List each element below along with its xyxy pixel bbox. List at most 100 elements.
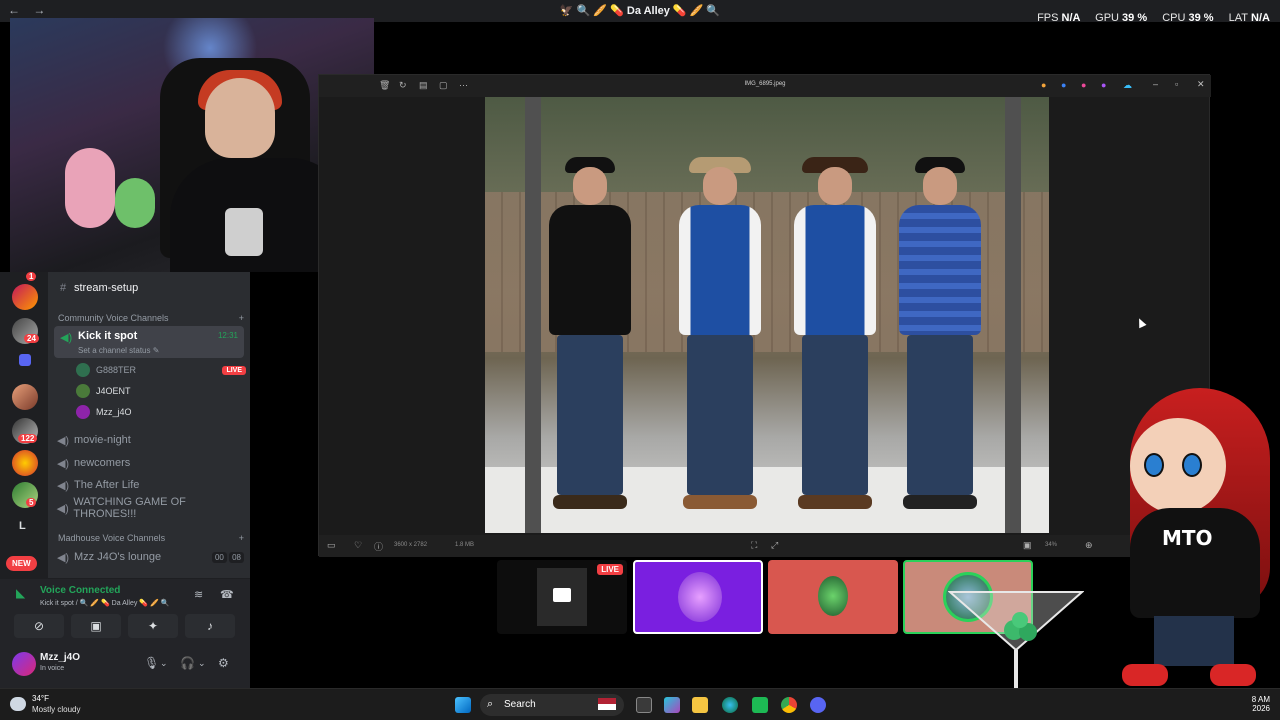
search-icon: ⌕: [487, 698, 494, 710]
speaker-icon: ◀): [56, 479, 70, 492]
vest: [679, 205, 761, 335]
voice-user[interactable]: Mzz_j4O: [76, 403, 246, 421]
avatar: [76, 363, 90, 377]
user-count: 00 08: [211, 551, 244, 563]
system-tray[interactable]: 8 AM 2026: [1252, 695, 1270, 713]
streamer-face: [205, 78, 275, 158]
stream-tile[interactable]: [768, 560, 898, 634]
avatar[interactable]: [12, 652, 36, 676]
maximize-icon[interactable]: ▫: [1175, 79, 1178, 89]
live-badge: LIVE: [222, 365, 246, 375]
server-icon[interactable]: [12, 450, 38, 476]
chevron-down-icon[interactable]: ⌄: [198, 658, 206, 669]
stream-tile[interactable]: [633, 560, 763, 634]
folder-icon[interactable]: [19, 354, 31, 366]
add-channel-icon[interactable]: +: [239, 313, 244, 323]
shirt: [549, 205, 631, 335]
avatar: [818, 576, 848, 616]
channel-watching-got[interactable]: ◀) WATCHING GAME OF THRONES!!!: [56, 496, 244, 520]
server-icon[interactable]: [12, 384, 38, 410]
channel-newcomers[interactable]: ◀) newcomers: [56, 453, 244, 473]
signal-icon[interactable]: ◣: [16, 586, 25, 600]
server-icon[interactable]: [12, 284, 38, 310]
head: [818, 167, 852, 205]
fullscreen-icon[interactable]: ⤢: [771, 540, 778, 551]
server-badge: 24: [24, 334, 39, 343]
jeans: [687, 335, 753, 495]
chevron-down-icon[interactable]: ⌄: [160, 658, 168, 669]
photo-toolbar: 🗑 ↻ ▤ ▢ ⋯ IMG_6895.jpeg ● ● ● ● ☁ – ▫ ✕: [319, 75, 1211, 97]
person: [665, 157, 775, 517]
mascot-shoe: [1122, 664, 1168, 686]
mascot-eye: [1182, 453, 1202, 477]
taskbar-search[interactable]: ⌕ Search: [480, 694, 624, 716]
disconnect-icon[interactable]: ☎: [220, 588, 234, 601]
zoom-fit-icon[interactable]: ▣: [1023, 540, 1032, 551]
edge-icon[interactable]: [722, 697, 738, 713]
shoes: [553, 495, 627, 509]
task-view-icon[interactable]: [636, 697, 652, 713]
voice-action-buttons: ⊘ ▣ ✦ ♪: [0, 612, 250, 640]
file-explorer-icon[interactable]: [692, 697, 708, 713]
app-icon[interactable]: ●: [1081, 80, 1086, 90]
app-icon[interactable]: [752, 697, 768, 713]
channel-kick-it-spot[interactable]: ◀) Kick it spot Set a channel status ✎ 1…: [54, 326, 244, 358]
avatar: [76, 405, 90, 419]
zoom-icon[interactable]: ⊕: [1085, 540, 1093, 551]
server-letter[interactable]: L: [19, 520, 26, 532]
server-badge: 5: [26, 498, 37, 507]
speaker-icon: ◀): [56, 502, 69, 515]
discord-icon[interactable]: [810, 697, 826, 713]
mascot-overlay: MTO: [1110, 388, 1280, 688]
coffee-mug: [225, 208, 263, 256]
cloud-icon[interactable]: ☁: [1123, 80, 1132, 91]
microphone-icon[interactable]: 🎙: [144, 656, 159, 670]
plush-toy-green: [115, 178, 155, 228]
channel-movie-night[interactable]: ◀) movie-night: [56, 430, 244, 450]
add-channel-icon[interactable]: +: [239, 533, 244, 543]
person: [535, 157, 645, 517]
voice-user[interactable]: G888TER LIVE: [76, 361, 246, 379]
photo-image: [485, 97, 1049, 533]
flag-icon: [598, 698, 616, 710]
soundboard-button[interactable]: ♪: [185, 614, 235, 638]
noise-suppression-icon[interactable]: ≋: [194, 588, 203, 601]
gear-icon[interactable]: ⚙: [218, 656, 229, 670]
camera-off-button[interactable]: ⊘: [14, 614, 64, 638]
photo-viewer-window: 🗑 ↻ ▤ ▢ ⋯ IMG_6895.jpeg ● ● ● ● ☁ – ▫ ✕: [318, 74, 1211, 557]
category-community[interactable]: Community Voice Channels +: [58, 313, 244, 323]
head: [923, 167, 957, 205]
avatar: [76, 384, 90, 398]
category-madhouse[interactable]: Madhouse Voice Channels +: [58, 533, 244, 543]
voice-user[interactable]: J4OENT: [76, 382, 246, 400]
activities-button[interactable]: ✦: [128, 614, 178, 638]
shoes: [903, 495, 977, 509]
user-panel: Mzz_j4O In voice 🎙 ⌄ 🎧 ⌄ ⚙: [0, 640, 250, 688]
chrome-icon[interactable]: [781, 697, 797, 713]
screen: ← → 🦅 🔍 🥖 💊 Da Alley 💊 🥖 🔍 FPS N/A GPU 3…: [0, 0, 1280, 720]
channel-lounge[interactable]: ◀) Mzz J4O's lounge 00 08: [56, 547, 244, 567]
speaker-icon: ◀): [56, 551, 70, 564]
stream-tile[interactable]: LIVE: [497, 560, 627, 634]
jeans: [907, 335, 973, 495]
app-icon[interactable]: ●: [1061, 80, 1066, 90]
heart-icon[interactable]: ♡: [354, 540, 362, 551]
app-icon[interactable]: ●: [1101, 80, 1106, 90]
fit-icon[interactable]: ⛶: [751, 540, 757, 551]
screen-share-button[interactable]: ▣: [71, 614, 121, 638]
channel-stream-setup[interactable]: # stream-setup: [56, 278, 244, 298]
jeans: [802, 335, 868, 495]
filmstrip-icon[interactable]: ▭: [327, 540, 336, 551]
headphones-icon[interactable]: 🎧: [180, 656, 195, 670]
close-icon[interactable]: ✕: [1197, 79, 1205, 90]
copilot-icon[interactable]: [664, 697, 680, 713]
start-icon[interactable]: [455, 697, 471, 713]
minimize-icon[interactable]: –: [1153, 79, 1158, 89]
app-icon[interactable]: ●: [1041, 80, 1046, 90]
info-icon[interactable]: ⓘ: [374, 540, 383, 553]
channel-after-life[interactable]: ◀) The After Life: [56, 475, 244, 495]
boots: [798, 495, 872, 509]
screen-share-icon: [553, 588, 571, 602]
cloud-icon: [10, 697, 26, 711]
jeans: [557, 335, 623, 495]
